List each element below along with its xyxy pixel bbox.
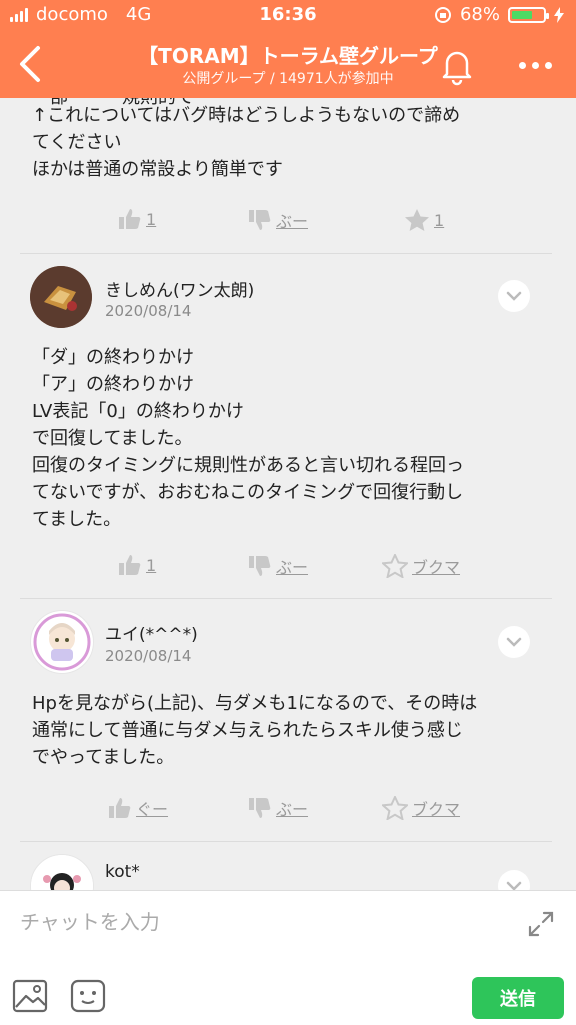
group-title: 【TORAM】トーラム壁グループ <box>138 44 438 68</box>
message-body: Hpを見ながら(上記)、与ダメも1になるので、その時は 通常にして普通に与ダメ与… <box>32 693 478 768</box>
avatar-image <box>30 266 92 328</box>
post-menu-button[interactable] <box>498 870 530 890</box>
chat-feed[interactable]: ー部・・・規則的でー ↑これについてはバグ時はどうしようもないので諦め てくださ… <box>0 98 576 890</box>
boo-label: ぶー <box>276 212 309 231</box>
avatar[interactable] <box>30 854 94 890</box>
reaction-row: 1 ぶー 1 <box>0 208 576 238</box>
group-subtitle: 公開グループ / 14971人が参加中 <box>182 71 394 87</box>
chat-input-bar: 送信 <box>0 890 576 1025</box>
thumbs-down-icon <box>249 556 271 576</box>
thumbs-up-icon <box>119 209 141 229</box>
boo-label: ぶー <box>276 800 309 819</box>
boo-button[interactable]: ぶー <box>248 554 308 578</box>
bookmark-label: ブクマ <box>412 558 461 577</box>
boo-button[interactable]: ぶー <box>248 208 308 232</box>
send-button[interactable]: 送信 <box>472 977 564 1019</box>
thumbs-up-icon <box>109 798 131 818</box>
bookmark-button[interactable]: ブクマ <box>382 796 460 820</box>
thumbs-down-icon <box>249 798 271 818</box>
message-body: 「ダ」の終わりかけ 「ア」の終わりかけ LV表記「0」の終わりかけ で回復してま… <box>32 347 464 530</box>
avatar-image <box>33 613 91 671</box>
more-button[interactable] <box>510 50 560 80</box>
star-icon <box>382 796 408 820</box>
boo-label: ぶー <box>276 558 309 577</box>
post-date: 2020/08/14 <box>105 647 192 665</box>
divider <box>20 841 552 842</box>
chevron-down-icon <box>506 637 522 647</box>
more-icon <box>518 61 526 69</box>
sticker-button[interactable] <box>70 979 106 1013</box>
post-menu-button[interactable] <box>498 280 530 312</box>
boo-button[interactable]: ぶー <box>248 796 308 820</box>
expand-button[interactable] <box>526 909 556 939</box>
notification-button[interactable] <box>436 44 478 86</box>
reaction-row: ぐー ぶー ブクマ <box>0 796 576 826</box>
good-button[interactable]: ぐー <box>108 796 168 820</box>
good-count: 1 <box>146 209 157 229</box>
thumbs-down-icon <box>249 210 271 230</box>
chevron-down-icon <box>506 291 522 301</box>
star-icon <box>382 554 408 578</box>
username[interactable]: ユイ(*^^*) <box>105 620 198 645</box>
emoji-icon <box>70 979 106 1013</box>
charging-icon <box>554 6 564 23</box>
star-count: 1 <box>434 210 445 230</box>
bookmark-button[interactable]: ブクマ <box>382 554 460 578</box>
thumbs-up-icon <box>119 555 141 575</box>
post-menu-button[interactable] <box>498 626 530 658</box>
image-button[interactable] <box>12 979 48 1013</box>
good-label: ぐー <box>136 800 169 819</box>
orientation-lock-icon <box>434 6 451 23</box>
divider <box>20 598 552 599</box>
good-button[interactable]: 1 <box>118 554 156 576</box>
good-count: 1 <box>146 555 157 575</box>
username[interactable]: きしめん(ワン太朗) <box>105 276 254 301</box>
battery-icon <box>508 6 549 23</box>
chevron-down-icon <box>506 881 522 890</box>
username[interactable]: kot* <box>105 862 140 882</box>
post-date: 2020/08/14 <box>105 302 192 320</box>
status-bar: docomo 4G 16:36 68% <box>0 0 576 30</box>
bell-icon <box>442 51 472 86</box>
chat-input[interactable] <box>18 903 512 941</box>
image-icon <box>12 979 48 1013</box>
group-header: 【TORAM】トーラム壁グループ 公開グループ / 14971人が参加中 <box>0 30 576 98</box>
avatar[interactable] <box>30 266 92 328</box>
bookmark-label: ブクマ <box>412 800 461 819</box>
star-button[interactable]: 1 <box>404 208 444 232</box>
divider <box>20 253 552 254</box>
message-body: ↑これについてはバグ時はどうしようもないので諦め てください ほかは普通の常設よ… <box>32 105 461 180</box>
star-icon <box>405 209 429 231</box>
avatar-image <box>31 855 93 890</box>
avatar[interactable] <box>30 610 94 674</box>
battery-percent: 68% <box>459 4 500 25</box>
expand-icon <box>528 911 554 937</box>
reaction-row: 1 ぶー ブクマ <box>0 554 576 584</box>
good-button[interactable]: 1 <box>118 208 156 230</box>
